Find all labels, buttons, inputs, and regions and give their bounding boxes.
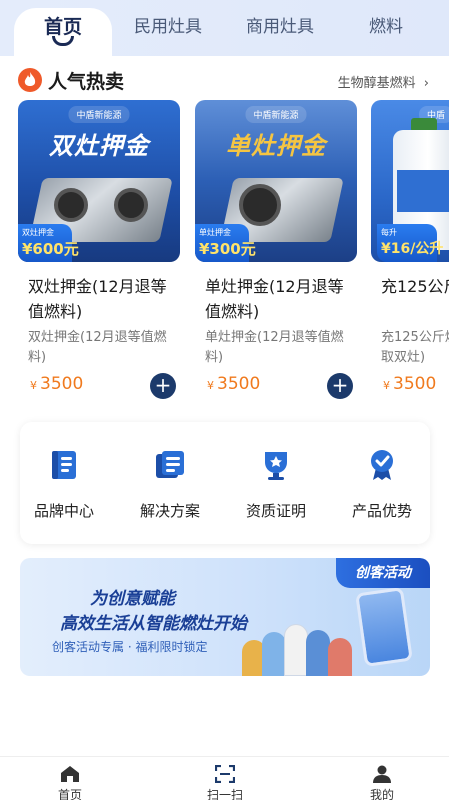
tab-household-stoves[interactable]: 民用灶具	[118, 12, 218, 37]
product-banner-text: 单灶押金	[226, 132, 326, 160]
price-value: 3500	[393, 374, 437, 394]
product-description: 充125公斤燃领取双灶)	[381, 330, 449, 365]
add-to-cart-button[interactable]: +	[150, 373, 176, 399]
product-title: 单灶押金(12月退等值燃料)	[205, 277, 344, 321]
product-price: ¥3500	[383, 374, 436, 394]
section-title: 人气热卖	[48, 71, 125, 93]
tab-commercial-stoves[interactable]: 商用灶具	[230, 12, 330, 37]
product-description: 双灶押金(12月退等值燃料)	[28, 330, 167, 365]
currency-symbol: ¥	[207, 379, 214, 392]
ribbon-badge-icon	[371, 450, 393, 480]
brand-label: 中盾新能源	[245, 106, 307, 123]
add-to-cart-button[interactable]: +	[327, 373, 353, 399]
feature-product-advantages[interactable]: 产品优势	[332, 448, 432, 521]
scan-icon	[215, 765, 235, 783]
people-illustration	[242, 620, 352, 676]
promo-tag: 创客活动	[336, 558, 430, 588]
promo-subheadline: 高效生活从智能燃灶开始	[60, 614, 247, 634]
more-link[interactable]: 生物醇基燃料 ›	[338, 72, 429, 91]
nav-label: 扫一扫	[206, 788, 243, 800]
product-price: ¥3500	[207, 374, 260, 394]
feature-panel: 品牌中心 解决方案 资质证明 产品优势	[20, 422, 430, 544]
product-title: 双灶押金(12月退等值燃料)	[28, 277, 167, 321]
price-tag-value: ¥16/公升	[381, 241, 444, 257]
product-card[interactable]: 中盾新能源 双灶押金 双灶押金 ¥600元 双灶押金(12月退等值燃料) 双灶押…	[18, 100, 180, 406]
promo-caption: 创客活动专属 · 福利限时锁定	[52, 640, 208, 654]
more-link-label: 生物醇基燃料	[337, 76, 416, 91]
trophy-icon	[265, 452, 287, 480]
price-value: 3500	[217, 374, 261, 394]
home-icon	[61, 766, 79, 782]
feature-label: 资质证明	[245, 502, 306, 520]
feature-label: 产品优势	[351, 502, 412, 520]
product-image: 中盾新能源 双灶押金 双灶押金 ¥600元	[18, 100, 180, 262]
product-banner-text: 双灶押金	[49, 132, 149, 160]
product-card[interactable]: 中盾新能源 单灶押金 单灶押金 ¥300元 单灶押金(12月退等值燃料) 单灶押…	[195, 100, 357, 406]
product-card[interactable]: 中盾 每升 ¥16/公升 充125公斤(免费领取 充125公斤燃领取双灶) ¥3…	[371, 100, 449, 406]
price-value: 3500	[40, 374, 84, 394]
burner-icon	[54, 188, 88, 222]
product-title: 充125公斤(免费领取	[381, 277, 449, 296]
promo-banner[interactable]: 创客活动 为创意赋能 高效生活从智能燃灶开始 创客活动专属 · 福利限时锁定	[20, 558, 430, 676]
price-tag-label: 每升	[381, 228, 397, 237]
brand-label: 中盾新能源	[68, 106, 130, 123]
feature-brand-center[interactable]: 品牌中心	[14, 448, 114, 521]
price-tag-label: 单灶押金	[199, 228, 231, 237]
price-tag-label: 双灶押金	[22, 228, 54, 237]
tab-home[interactable]: 首页	[13, 12, 113, 39]
book-icon	[52, 451, 76, 479]
burner-icon	[239, 184, 281, 226]
burner-icon	[114, 188, 148, 222]
promo-headline: 为创意赋能	[90, 589, 175, 609]
price-tag-value: ¥300元	[199, 240, 256, 258]
chevron-right-icon: ›	[423, 76, 429, 91]
price-tag: 单灶押金 ¥300元	[195, 224, 256, 262]
feature-qualification[interactable]: 资质证明	[226, 448, 326, 521]
phone-illustration	[355, 587, 413, 667]
feature-solutions[interactable]: 解决方案	[120, 448, 220, 521]
price-tag: 每升 ¥16/公升	[377, 224, 443, 262]
top-tab-bar: 首页 民用灶具 商用灶具 燃料	[0, 0, 449, 56]
bottle-label	[397, 170, 449, 212]
user-icon	[373, 765, 391, 783]
product-description: 单灶押金(12月退等值燃料)	[205, 330, 344, 365]
nav-scan[interactable]: 扫一扫	[185, 765, 265, 800]
nav-label: 我的	[369, 788, 394, 800]
product-price: ¥3500	[30, 374, 83, 394]
nav-home[interactable]: 首页	[30, 765, 110, 800]
price-tag: 双灶押金 ¥600元	[18, 224, 79, 262]
document-icon	[156, 451, 184, 478]
currency-symbol: ¥	[30, 379, 37, 392]
price-tag-value: ¥600元	[22, 240, 79, 258]
product-image: 中盾 每升 ¥16/公升	[371, 100, 449, 262]
feature-label: 品牌中心	[33, 502, 94, 520]
flame-icon	[18, 68, 42, 92]
currency-symbol: ¥	[383, 379, 390, 392]
tab-fuel[interactable]: 燃料	[336, 12, 436, 37]
nav-profile[interactable]: 我的	[342, 765, 422, 800]
nav-label: 首页	[57, 788, 82, 800]
product-image: 中盾新能源 单灶押金 单灶押金 ¥300元	[195, 100, 357, 262]
bottom-nav: 首页 扫一扫 我的	[0, 756, 449, 800]
feature-label: 解决方案	[139, 502, 200, 520]
